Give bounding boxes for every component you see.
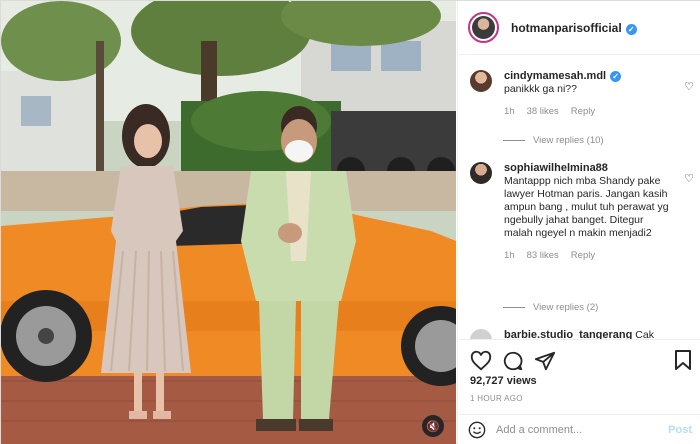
comment-username[interactable]: sophiawilhelmina88 — [504, 162, 608, 174]
comment-body: barbie.studio_tangerang Cak — [504, 329, 672, 339]
heart-icon[interactable] — [470, 350, 492, 372]
story-ring[interactable] — [468, 12, 499, 43]
post-dialog: 🔇 hotmanparisofficial ✓ cindymamesah.mdl ✓… — [0, 0, 700, 444]
post-button[interactable]: Post — [668, 424, 692, 436]
view-replies-button[interactable]: View replies (2) — [503, 302, 598, 313]
avatar[interactable] — [470, 70, 492, 92]
video-frame — [1, 1, 456, 444]
avatar — [472, 16, 495, 39]
avatar[interactable] — [470, 329, 492, 339]
bookmark-icon[interactable] — [674, 350, 692, 370]
view-replies-label: View replies (2) — [533, 302, 599, 313]
comment-username-text: cindymamesah.mdl — [504, 70, 607, 82]
heart-icon[interactable]: ♡ — [684, 80, 694, 93]
comment-likes[interactable]: 83 likes — [527, 249, 559, 262]
post-author-username[interactable]: hotmanparisofficial ✓ — [511, 21, 637, 35]
view-count[interactable]: 92,727 views — [470, 375, 537, 387]
comment-username[interactable]: barbie.studio_tangerang — [504, 329, 632, 339]
view-replies-label: View replies (10) — [533, 135, 604, 146]
comment-likes[interactable]: 38 likes — [527, 105, 559, 118]
comment-age: 1h — [504, 106, 515, 117]
comment-username[interactable]: cindymamesah.mdl ✓ — [504, 70, 622, 82]
heart-icon[interactable]: ♡ — [684, 172, 694, 185]
post-info-panel: hotmanparisofficial ✓ cindymamesah.mdl ✓ p… — [457, 1, 700, 444]
comment-meta: 1h 38 likes Reply — [504, 105, 672, 118]
comment-text: Cak — [635, 329, 654, 339]
comment-body: sophiawilhelmina88 Mantappp nich mba Sha… — [504, 162, 672, 262]
speaker-muted-icon[interactable]: 🔇 — [422, 415, 444, 437]
comment-bubble-icon[interactable] — [502, 350, 524, 372]
comment-age: 1h — [504, 250, 515, 261]
comment-input[interactable] — [496, 424, 656, 436]
post-header: hotmanparisofficial ✓ — [458, 1, 700, 55]
comment-text: panikkk ga ni?? — [504, 83, 577, 95]
divider — [503, 140, 525, 141]
comments-list[interactable]: cindymamesah.mdl ✓ panikkk ga ni?? 1h 38 … — [458, 56, 700, 339]
comment-composer: Post — [458, 414, 700, 444]
comment-text: Mantappp nich mba Shandy pake lawyer Hot… — [504, 175, 669, 239]
verified-badge-icon: ✓ — [610, 71, 622, 82]
reply-button[interactable]: Reply — [571, 105, 595, 118]
paper-plane-icon[interactable] — [534, 350, 556, 372]
divider — [503, 307, 525, 308]
view-replies-button[interactable]: View replies (10) — [503, 135, 604, 146]
comment-body: cindymamesah.mdl ✓ panikkk ga ni?? 1h 38 … — [504, 70, 672, 118]
post-timestamp[interactable]: 1 HOUR AGO — [470, 394, 523, 403]
verified-badge-icon: ✓ — [625, 23, 637, 35]
username-text: hotmanparisofficial — [511, 20, 622, 35]
video-player[interactable]: 🔇 — [1, 1, 456, 444]
avatar[interactable] — [470, 162, 492, 184]
emoji-icon[interactable] — [468, 421, 486, 439]
reply-button[interactable]: Reply — [571, 249, 595, 262]
comment-meta: 1h 83 likes Reply — [504, 249, 672, 262]
